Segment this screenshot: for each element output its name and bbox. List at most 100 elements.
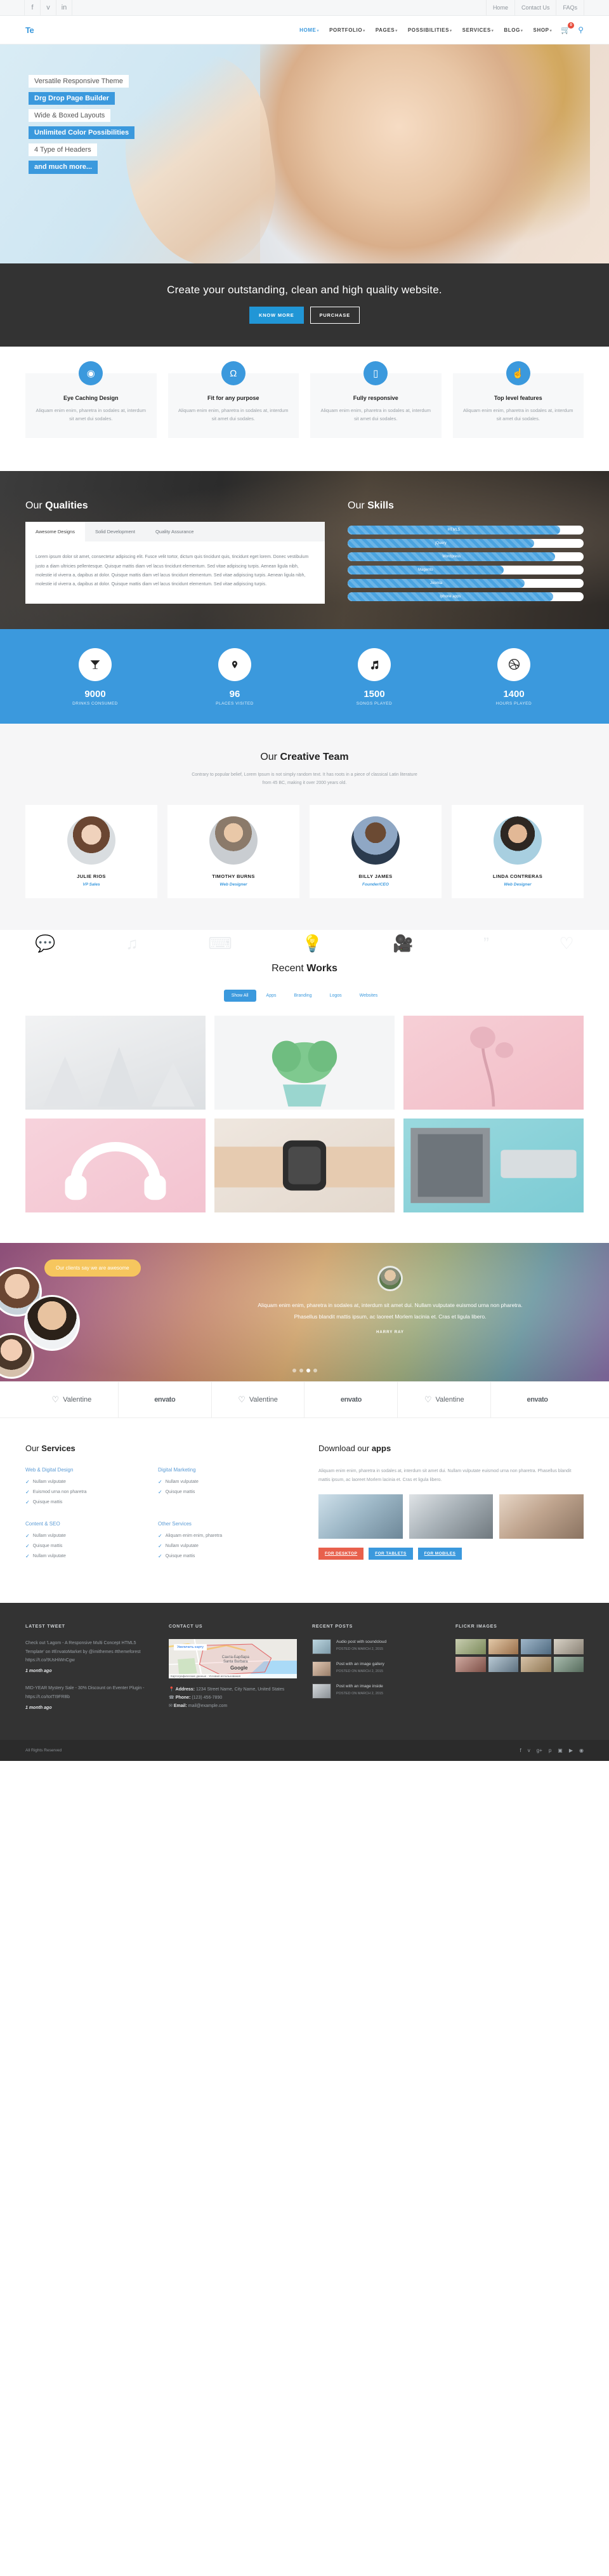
filter-logos[interactable]: Logos bbox=[322, 990, 350, 1002]
tile-smart-watch[interactable] bbox=[214, 1119, 395, 1213]
brand-logo-valentine-1[interactable]: ♡ Valentine bbox=[25, 1382, 119, 1418]
map-city-en: Santa Barbara bbox=[223, 1660, 248, 1664]
tab-quality-assurance[interactable]: Quality Assurance bbox=[145, 522, 204, 541]
team-card-billy-james[interactable]: BILLY JAMES Founder/CEO bbox=[310, 805, 442, 899]
feature-card-top-level-features[interactable]: ☝ Top level features Aliquam enim enim, … bbox=[452, 361, 584, 439]
menu-label-pages: PAGES bbox=[375, 27, 395, 33]
flickr-thumbnail[interactable] bbox=[455, 1657, 486, 1673]
tile-art bbox=[43, 1047, 195, 1107]
know-more-button[interactable]: KNOW MORE bbox=[249, 307, 304, 324]
carousel-dot[interactable] bbox=[313, 1369, 317, 1373]
menu-item-pages[interactable]: PAGES▾ bbox=[376, 27, 398, 33]
post-date: POSTED ON MARCH 2, 2015 bbox=[336, 1669, 383, 1673]
flickr-thumbnail[interactable] bbox=[488, 1639, 518, 1655]
menu-label-possibilities: POSSIBILITIES bbox=[407, 27, 450, 33]
filter-show-all[interactable]: Show All bbox=[223, 990, 256, 1002]
menu-item-blog[interactable]: BLOG▾ bbox=[504, 27, 523, 33]
team-heading-light: Our bbox=[260, 751, 280, 762]
flickr-thumbnail[interactable] bbox=[521, 1657, 551, 1673]
site-logo[interactable]: Te bbox=[25, 25, 34, 35]
service-item-label: Quisque mattis bbox=[32, 1544, 63, 1549]
tile-pink-flower[interactable] bbox=[403, 1016, 584, 1110]
instagram-icon[interactable]: ▣ bbox=[558, 1748, 563, 1753]
team-card-timothy-burns[interactable]: TIMOTHY BURNS Web Designer bbox=[167, 805, 299, 899]
brand-logo-envato-2[interactable]: envato bbox=[304, 1382, 398, 1418]
works-heading-light: Recent bbox=[272, 963, 307, 974]
hero-banner: Versatile Responsive Theme Drg Drop Page… bbox=[0, 44, 609, 263]
google-plus-icon[interactable]: g+ bbox=[537, 1748, 542, 1753]
team-card-julie-rios[interactable]: JULIE RIOS VP Sales bbox=[25, 805, 157, 899]
carousel-dot[interactable] bbox=[299, 1369, 303, 1373]
brand-logo-valentine-3[interactable]: ♡ Valentine bbox=[398, 1382, 492, 1418]
our-services-column: Our Services Web & Digital Design ✓ Nulla… bbox=[25, 1444, 291, 1575]
menu-item-portfolio[interactable]: PORTFOLIO▾ bbox=[329, 27, 365, 33]
flickr-thumbnail[interactable] bbox=[553, 1657, 584, 1673]
skill-bar-magento: Magento bbox=[348, 566, 584, 575]
tile-art bbox=[272, 1040, 337, 1107]
map-zoom-label[interactable]: Увеличить карту bbox=[174, 1644, 207, 1651]
twitter-icon[interactable]: ᴠ bbox=[40, 0, 56, 15]
team-card-linda-contreras[interactable]: LINDA CONTRERAS Web Designer bbox=[452, 805, 584, 899]
flickr-thumbnail[interactable] bbox=[521, 1639, 551, 1655]
menu-item-services[interactable]: SERVICES▾ bbox=[462, 27, 494, 33]
menu-item-home[interactable]: HOME▾ bbox=[299, 27, 319, 33]
feature-title: Fully responsive bbox=[353, 395, 398, 401]
top-link-home[interactable]: Home bbox=[485, 0, 515, 15]
tweet-text: Check out 'Lagom - A Responsive Multi Co… bbox=[25, 1641, 141, 1663]
twitter-icon[interactable]: ᴠ bbox=[528, 1748, 530, 1753]
email-value[interactable]: mail@example.com bbox=[187, 1704, 228, 1708]
brand-logo-envato-1[interactable]: envato bbox=[119, 1382, 212, 1418]
carousel-dot-active[interactable] bbox=[306, 1369, 310, 1373]
flickr-thumbnail[interactable] bbox=[488, 1657, 518, 1673]
top-link-faqs[interactable]: FAQs bbox=[556, 0, 584, 15]
menu-item-possibilities[interactable]: POSSIBILITIES▾ bbox=[408, 27, 452, 33]
tile-teal-electronics[interactable] bbox=[403, 1119, 584, 1213]
top-link-contact-us[interactable]: Contact Us bbox=[514, 0, 557, 15]
tile-paper-cones[interactable] bbox=[25, 1016, 206, 1110]
search-icon[interactable]: ⚲ bbox=[578, 25, 584, 34]
cart-icon[interactable]: 🛒 0 bbox=[561, 22, 575, 34]
for-desktop-button[interactable]: FOR DESKTOP bbox=[318, 1547, 364, 1560]
contact-map[interactable]: Увеличить карту Санта-Барбара Santa Barba… bbox=[169, 1639, 297, 1679]
service-group-title: Digital Marketing bbox=[158, 1467, 196, 1473]
linkedin-icon[interactable]: in bbox=[56, 0, 72, 15]
feature-card-eye-caching-design[interactable]: ◉ Eye Caching Design Aliquam enim enim, … bbox=[25, 361, 157, 439]
brand-logo-valentine-2[interactable]: ♡ Valentine bbox=[212, 1382, 305, 1418]
for-tablets-button[interactable]: FOR TABLETS bbox=[369, 1547, 413, 1560]
brand-logo-envato-3[interactable]: envato bbox=[491, 1382, 584, 1417]
apps-lead-text: Aliquam enim enim, pharetra in sodales a… bbox=[318, 1469, 572, 1482]
flickr-thumbnail[interactable] bbox=[455, 1639, 486, 1655]
filter-branding[interactable]: Branding bbox=[287, 990, 320, 1002]
youtube-icon[interactable]: ▶ bbox=[569, 1748, 573, 1753]
hero-feature-labels: Versatile Responsive Theme Drg Drop Page… bbox=[29, 75, 135, 174]
list-item[interactable]: Post with an image gallery POSTED ON MARC… bbox=[312, 1661, 440, 1677]
service-item-label: Nullam vulputate bbox=[32, 1480, 66, 1485]
list-item: ✓ Aliquam enim enim, pharetra bbox=[158, 1533, 291, 1539]
flickr-thumbnail[interactable] bbox=[553, 1639, 584, 1655]
purchase-button[interactable]: PURCHASE bbox=[310, 307, 360, 324]
facebook-icon[interactable]: f bbox=[520, 1748, 521, 1753]
rss-icon[interactable]: ◉ bbox=[579, 1748, 584, 1753]
chevron-down-icon: ▾ bbox=[520, 29, 523, 33]
tab-awesome-designs[interactable]: Awesome Designs bbox=[25, 522, 85, 542]
filter-apps[interactable]: Apps bbox=[259, 990, 284, 1002]
thumbs-up-icon: ☝ bbox=[506, 361, 530, 385]
chevron-down-icon: ▾ bbox=[363, 29, 365, 33]
for-mobiles-button[interactable]: FOR MOBILES bbox=[417, 1547, 462, 1560]
tile-pink-headphones[interactable] bbox=[25, 1119, 206, 1213]
feature-card-fit-for-any-purpose[interactable]: Ω Fit for any purpose Aliquam enim enim,… bbox=[167, 361, 299, 439]
feature-card-fully-responsive[interactable]: ▯ Fully responsive Aliquam enim enim, ph… bbox=[310, 361, 442, 439]
works-heading: Recent Works bbox=[25, 963, 584, 974]
list-item: ✓ Nullam vulputate bbox=[25, 1533, 158, 1539]
list-item[interactable]: Post with an image inside POSTED ON MARCH… bbox=[312, 1683, 440, 1699]
hero-label-6: and much more... bbox=[29, 161, 98, 174]
pinterest-icon[interactable]: p bbox=[549, 1748, 551, 1753]
carousel-dot[interactable] bbox=[292, 1369, 296, 1373]
service-group-other-services: Other Services ✓ Aliquam enim enim, phare… bbox=[158, 1521, 291, 1564]
facebook-icon[interactable]: f bbox=[24, 0, 41, 15]
tab-solid-development[interactable]: Solid Development bbox=[85, 522, 145, 541]
tile-potted-plant[interactable] bbox=[214, 1016, 395, 1110]
menu-item-shop[interactable]: SHOP▾ bbox=[534, 27, 553, 33]
list-item[interactable]: Audio post with soundcloud POSTED ON MARC… bbox=[312, 1639, 440, 1655]
filter-websites[interactable]: Websites bbox=[352, 990, 386, 1002]
